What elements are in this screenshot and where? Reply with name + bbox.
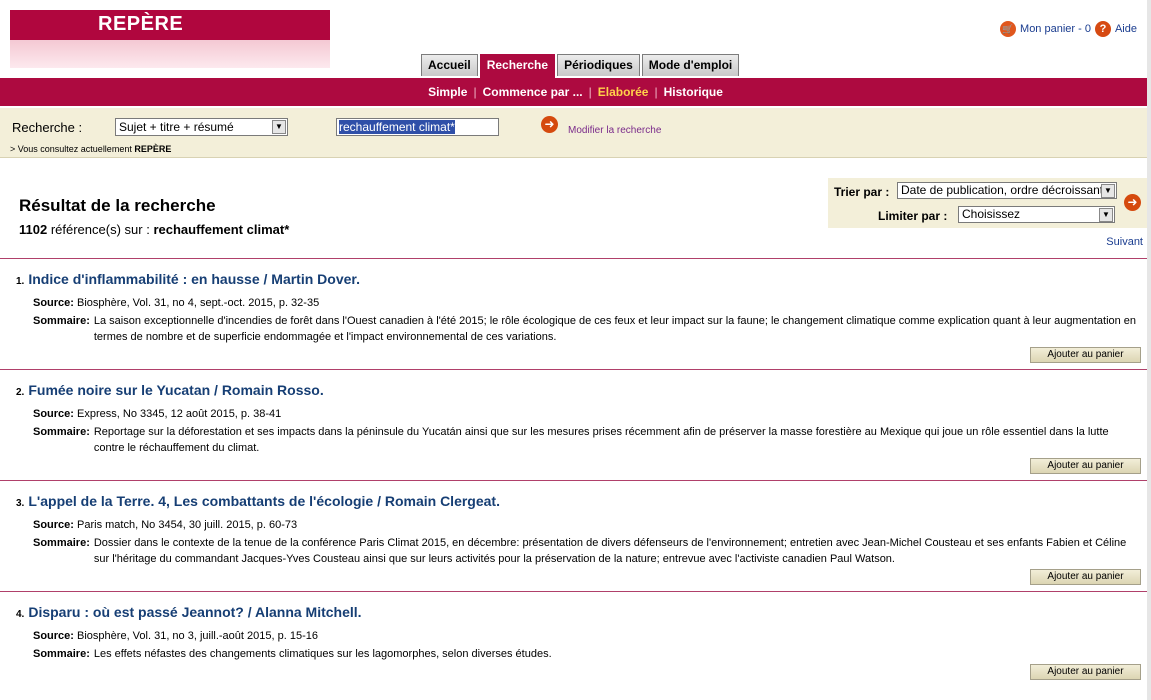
search-label: Recherche :	[12, 120, 83, 135]
record-source: Source: Express, No 3345, 12 août 2015, …	[33, 408, 281, 420]
add-to-cart-button[interactable]: Ajouter au panier	[1030, 664, 1141, 680]
record-number: 2.	[16, 387, 25, 398]
chevron-down-icon[interactable]: ▼	[1099, 208, 1113, 222]
summary-value: Les effets néfastes des changements clim…	[93, 648, 552, 660]
limit-value: Choisissez	[962, 207, 1021, 221]
record-source: Source: Biosphère, Vol. 31, no 3, juill.…	[33, 630, 318, 642]
result-count: 1102 référence(s) sur : rechauffement cl…	[19, 222, 289, 237]
list-item: 3. L'appel de la Terre. 4, Les combattant…	[0, 480, 1151, 591]
logo-band	[10, 40, 330, 68]
record-title-text[interactable]: Fumée noire sur le Yucatan / Romain Ross…	[28, 382, 323, 398]
list-item: 4. Disparu : où est passé Jeannot? / Alan…	[0, 591, 1151, 700]
search-query-text: rechauffement climat*	[339, 120, 455, 134]
current-database: > Vous consultez actuellement REPÈRE	[10, 144, 171, 154]
record-summary: Sommaire: Dossier dans le contexte de la …	[33, 535, 1138, 567]
search-mode-nav: Simple | Commence par ... | Elaborée | Histori…	[0, 78, 1151, 106]
limit-label: Limiter par :	[878, 209, 948, 223]
sort-panel: Trier par : Date de publication, ordre d…	[828, 178, 1147, 228]
result-count-query: rechauffement climat*	[153, 222, 290, 237]
add-to-cart-button[interactable]: Ajouter au panier	[1030, 458, 1141, 474]
source-label: Source:	[33, 630, 74, 642]
main-tabs: Accueil Recherche Périodiques Mode d'emp…	[421, 54, 740, 78]
add-to-cart-button[interactable]: Ajouter au panier	[1030, 569, 1141, 585]
modify-search-link[interactable]: Modifier la recherche	[568, 125, 661, 136]
summary-value: Reportage sur la déforestation et ses im…	[93, 426, 1109, 454]
source-value: Biosphère, Vol. 31, no 3, juill.-août 20…	[77, 630, 318, 642]
subnav-separator: |	[588, 85, 592, 99]
search-field-value: Sujet + titre + résumé	[119, 120, 234, 134]
search-go-button[interactable]: ➜	[541, 116, 558, 133]
cart-icon[interactable]: 🛒	[1000, 21, 1017, 37]
current-db-prefix: > Vous consultez actuellement	[10, 144, 132, 154]
summary-label: Sommaire:	[33, 426, 90, 438]
record-number: 4.	[16, 609, 25, 620]
record-title[interactable]: 2. Fumée noire sur le Yucatan / Romain Ro…	[16, 382, 324, 398]
list-item: 2. Fumée noire sur le Yucatan / Romain Ro…	[0, 369, 1151, 480]
next-page-link[interactable]: Suivant	[1106, 236, 1143, 248]
record-number: 3.	[16, 498, 25, 509]
subnav-separator: |	[473, 85, 477, 99]
source-label: Source:	[33, 408, 74, 420]
summary-label: Sommaire:	[33, 537, 90, 549]
chevron-down-icon[interactable]: ▼	[272, 120, 286, 134]
record-title[interactable]: 4. Disparu : où est passé Jeannot? / Alan…	[16, 604, 362, 620]
repere-logo[interactable]: REPÈRE	[10, 10, 330, 68]
tab-mode-emploi[interactable]: Mode d'emploi	[641, 54, 740, 76]
limit-select[interactable]: Choisissez ▼	[958, 206, 1115, 223]
source-value: Biosphère, Vol. 31, no 4, sept.-oct. 201…	[77, 297, 320, 309]
summary-label: Sommaire:	[33, 648, 90, 660]
chevron-down-icon[interactable]: ▼	[1101, 184, 1115, 198]
tab-periodiques[interactable]: Périodiques	[557, 54, 640, 76]
subnav-historique[interactable]: Historique	[664, 85, 723, 99]
sort-go-button[interactable]: ➜	[1124, 194, 1141, 211]
source-label: Source:	[33, 519, 74, 531]
record-summary: Sommaire: La saison exceptionnelle d'ince…	[33, 313, 1138, 345]
subnav-elaboree[interactable]: Elaborée	[598, 85, 649, 99]
sort-select[interactable]: Date de publication, ordre décroissant ▼	[897, 182, 1117, 199]
sort-value: Date de publication, ordre décroissant	[901, 183, 1104, 197]
tab-accueil[interactable]: Accueil	[421, 54, 478, 76]
current-db-name: REPÈRE	[134, 144, 172, 154]
record-title-text[interactable]: L'appel de la Terre. 4, Les combattants …	[28, 493, 500, 509]
page-title: Résultat de la recherche	[19, 196, 216, 215]
source-value: Express, No 3345, 12 août 2015, p. 38-41	[77, 408, 282, 420]
subnav-commence-par[interactable]: Commence par ...	[483, 85, 583, 99]
result-count-suffix: référence(s) sur :	[50, 222, 150, 237]
source-label: Source:	[33, 297, 74, 309]
record-title[interactable]: 3. L'appel de la Terre. 4, Les combattant…	[16, 493, 500, 509]
record-title-text[interactable]: Disparu : où est passé Jeannot? / Alanna…	[28, 604, 361, 620]
record-summary: Sommaire: Les effets néfastes des changem…	[33, 646, 1138, 662]
search-bar: Recherche : Sujet + titre + résumé ▼ rec…	[0, 108, 1151, 158]
result-count-number: 1102	[19, 222, 48, 237]
record-source: Source: Biosphère, Vol. 31, no 4, sept.-…	[33, 297, 319, 309]
header-links: 🛒 Mon panier - 0 ? Aide	[1000, 21, 1137, 37]
summary-value: La saison exceptionnelle d'incendies de …	[93, 315, 1137, 343]
add-to-cart-button[interactable]: Ajouter au panier	[1030, 347, 1141, 363]
record-source: Source: Paris match, No 3454, 30 juill. …	[33, 519, 297, 531]
summary-value: Dossier dans le contexte de la tenue de …	[93, 537, 1127, 565]
sort-label: Trier par :	[834, 185, 890, 199]
subnav-separator: |	[654, 85, 658, 99]
tab-recherche[interactable]: Recherche	[479, 54, 556, 78]
record-number: 1.	[16, 276, 25, 287]
help-icon[interactable]: ?	[1094, 21, 1111, 37]
summary-label: Sommaire:	[33, 315, 90, 327]
search-field-select[interactable]: Sujet + titre + résumé ▼	[115, 118, 288, 136]
record-title-text[interactable]: Indice d'inflammabilité : en hausse / Ma…	[28, 271, 360, 287]
header: REPÈRE 🛒 Mon panier - 0 ? Aide Accueil R…	[0, 0, 1151, 78]
cart-link[interactable]: Mon panier - 0	[1020, 23, 1091, 35]
record-summary: Sommaire: Reportage sur la déforestation …	[33, 424, 1138, 456]
list-item: 1. Indice d'inflammabilité : en hausse / …	[0, 258, 1151, 369]
help-link[interactable]: Aide	[1115, 23, 1137, 35]
record-title[interactable]: 1. Indice d'inflammabilité : en hausse / …	[16, 271, 360, 287]
logo-text: REPÈRE	[98, 13, 184, 35]
source-value: Paris match, No 3454, 30 juill. 2015, p.…	[77, 519, 298, 531]
subnav-simple[interactable]: Simple	[428, 85, 467, 99]
search-input[interactable]: rechauffement climat*	[336, 118, 499, 136]
scrollbar[interactable]	[1147, 0, 1151, 700]
